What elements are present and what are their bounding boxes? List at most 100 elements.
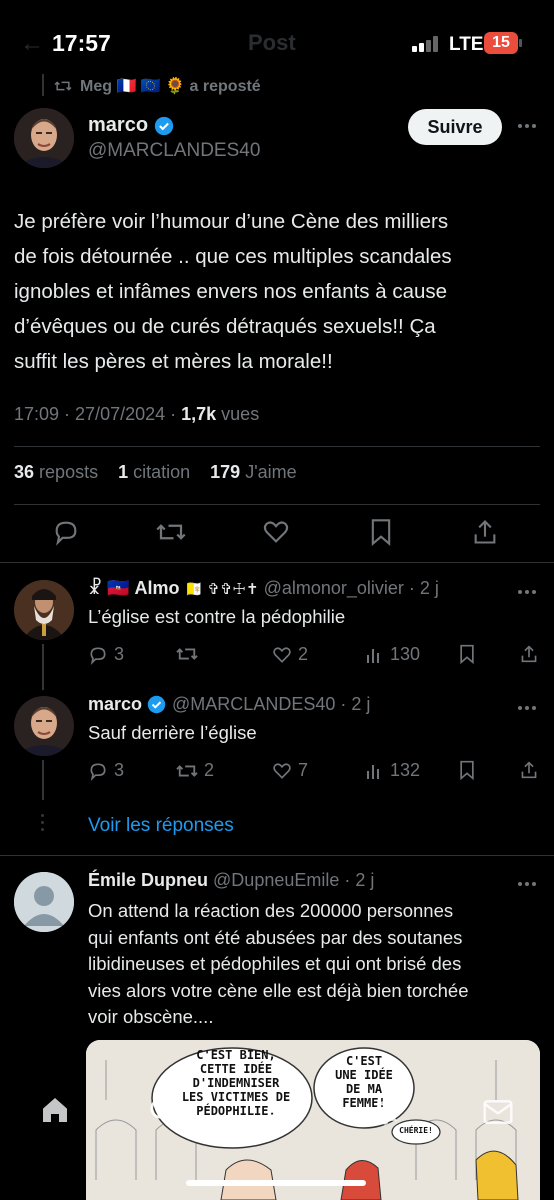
reply-author-name[interactable]: Émile Dupneu — [88, 870, 208, 890]
reply-text-line: voir obscène.... — [88, 1006, 214, 1027]
post-timestamp[interactable]: 17:09 · 27/07/2024 · — [14, 404, 181, 424]
thread-dots — [41, 814, 44, 831]
like-count: 7 — [298, 760, 309, 780]
divider — [0, 562, 554, 563]
like-count-button[interactable]: 2 — [272, 644, 308, 665]
reply-author-name[interactable]: Almo — [135, 578, 180, 598]
reply-count: 3 — [114, 644, 125, 664]
reposts-count: 36 — [14, 462, 35, 482]
signal-icon — [412, 36, 442, 52]
like-icon[interactable] — [262, 518, 290, 546]
views-icon — [367, 764, 379, 779]
repost-icon — [176, 648, 198, 660]
reply-icon[interactable] — [52, 518, 80, 546]
follow-button[interactable]: Suivre — [408, 109, 502, 145]
communities-icon[interactable] — [262, 1096, 294, 1126]
verified-badge-icon — [154, 116, 174, 136]
post-meta: 17:09 · 27/07/2024 · 1,7k vues — [14, 404, 259, 425]
messages-icon[interactable] — [482, 1098, 514, 1126]
home-icon[interactable] — [38, 1094, 72, 1126]
repost-icon — [54, 78, 72, 94]
post-text-line: Je préfère voir l’humour d’une Cène des … — [14, 210, 449, 233]
author-name: marco — [88, 114, 149, 136]
repost-icon[interactable] — [156, 518, 186, 546]
post-text-line: d’évêques ou de curés détraqués sexuels!… — [14, 315, 436, 338]
reply-actions: 3 2 130 — [0, 640, 554, 680]
reply-header: marco @MARCLANDES40 · 2 j — [88, 694, 370, 715]
bookmark-icon[interactable] — [458, 644, 476, 664]
bookmark-icon[interactable] — [458, 760, 476, 780]
reply-actions: 3 2 7 132 — [0, 756, 554, 796]
share-icon[interactable] — [520, 644, 538, 664]
repost-count-button[interactable] — [176, 644, 204, 664]
reply-text-line: qui enfants ont été abusées par des sout… — [88, 926, 463, 948]
reply-icon — [90, 762, 106, 781]
more-icon[interactable] — [516, 878, 538, 890]
more-icon[interactable] — [516, 118, 538, 134]
divider — [14, 504, 540, 505]
back-arrow-icon[interactable]: ← — [20, 30, 46, 57]
notifications-icon[interactable] — [370, 1096, 400, 1126]
reply-text-line: vies alors votre cène elle est déjà bien… — [88, 979, 469, 1001]
verified-badge-icon — [147, 695, 167, 715]
reply-header: Émile Dupneu @DupneuEmile · 2 j — [88, 870, 374, 891]
reply-icon — [90, 646, 106, 665]
share-icon[interactable] — [472, 518, 498, 546]
likes-stat[interactable]: 179 J'aime — [210, 462, 297, 483]
cartoon-text: C'EST BIEN, — [196, 1048, 276, 1062]
divider — [0, 855, 554, 856]
avatar[interactable] — [14, 580, 74, 640]
avatar[interactable] — [14, 872, 74, 932]
main-post-author[interactable]: marco — [88, 114, 174, 137]
reply-handle[interactable]: @DupneuEmile · 2 j — [213, 870, 374, 890]
author-handle[interactable]: @MARCLANDES40 — [88, 140, 260, 162]
views-count: 130 — [390, 644, 421, 664]
header-title-faded: Post — [248, 30, 296, 55]
reply-text: On attend la réaction des 200000 personn… — [88, 898, 548, 1031]
reply-count-button[interactable]: 3 — [88, 760, 124, 781]
avatar[interactable] — [14, 108, 74, 168]
more-icon[interactable] — [516, 702, 538, 714]
status-time: 17:57 — [52, 30, 111, 56]
main-post-actions — [0, 514, 554, 554]
like-count-button[interactable]: 7 — [272, 760, 308, 781]
more-icon[interactable] — [516, 586, 538, 598]
reply-text-line: On attend la réaction des 200000 personn… — [88, 900, 454, 921]
reply-prefix: ☧ 🇭🇹 — [88, 578, 130, 598]
reply-author-name[interactable]: marco — [88, 694, 142, 715]
likes-label: J'aime — [245, 462, 297, 482]
quotes-stat[interactable]: 1 citation — [118, 462, 190, 483]
reposts-stat[interactable]: 36 reposts — [14, 462, 98, 483]
repost-banner-text: Meg 🇫🇷 🇪🇺 🌻 a reposté — [80, 78, 261, 95]
views-count-button[interactable]: 130 — [366, 644, 420, 665]
reposts-label: reposts — [39, 462, 99, 482]
bookmark-icon[interactable] — [368, 518, 394, 546]
quotes-count: 1 — [118, 462, 129, 482]
share-icon[interactable] — [520, 760, 538, 780]
views-label: vues — [216, 404, 260, 424]
reply-handle[interactable]: @almonor_olivier · 2 j — [264, 578, 439, 598]
battery-icon: 15 — [484, 32, 524, 54]
avatar[interactable] — [14, 696, 74, 756]
views-count-button[interactable]: 132 — [366, 760, 420, 781]
reply-count-button[interactable]: 3 — [88, 644, 124, 665]
like-icon — [273, 646, 291, 663]
reply-text: Sauf derrière l’église — [88, 722, 257, 743]
battery-level: 15 — [492, 34, 510, 51]
post-text-line: de fois détournée .. que ces multiples s… — [14, 245, 452, 268]
search-icon[interactable] — [148, 1096, 178, 1126]
network-type: LTE — [449, 34, 484, 55]
views-icon — [367, 648, 379, 663]
reply-header: ☧ 🇭🇹 Almo 🇻🇦 ✞✞☩✝ @almonor_olivier · 2 j — [88, 578, 439, 599]
like-count: 2 — [298, 644, 309, 664]
repost-icon — [176, 764, 198, 777]
quotes-label: citation — [133, 462, 191, 482]
reply-handle[interactable]: @MARCLANDES40 · 2 j — [172, 694, 370, 715]
post-text-line: ignobles et infâmes envers nos enfants à… — [14, 280, 448, 303]
repost-count-button[interactable]: 2 — [176, 760, 214, 781]
home-indicator — [186, 1180, 366, 1186]
see-replies-link[interactable]: Voir les réponses — [88, 815, 234, 837]
status-bar: Post ← 17:57 LTE 15 — [0, 0, 554, 80]
main-post-text: Je préfère voir l’humour d’une Cène des … — [14, 204, 544, 379]
repost-count: 2 — [204, 760, 215, 780]
